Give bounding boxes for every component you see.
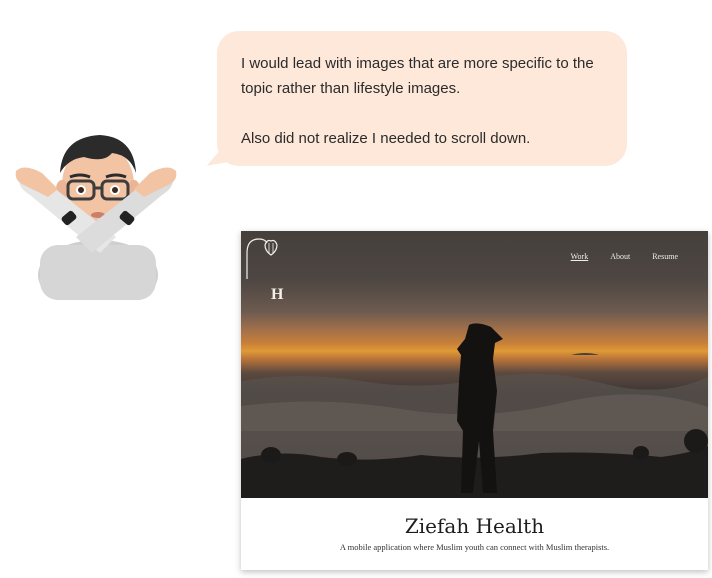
project-subtitle: A mobile application where Muslim youth … [339, 542, 610, 552]
logo-letter: H [271, 286, 284, 303]
memoji-crossed-arms-icon [15, 135, 177, 300]
nav-link-work[interactable]: Work [571, 252, 589, 261]
site-navigation: Work About Resume [571, 252, 678, 261]
feedback-paragraph-1: I would lead with images that are more s… [241, 55, 594, 97]
nav-link-resume[interactable]: Resume [652, 252, 678, 261]
hero-image: Work About Resume H [241, 231, 708, 498]
heart-lamp-logo-icon[interactable] [241, 231, 281, 281]
website-preview: Work About Resume H Ziefah Health A mobi… [241, 231, 708, 570]
nav-link-about[interactable]: About [610, 252, 630, 261]
feedback-text: I would lead with images that are more s… [241, 51, 611, 151]
project-title: Ziefah Health [404, 514, 545, 538]
speech-bubble: I would lead with images that are more s… [217, 31, 627, 166]
feedback-paragraph-2: Also did not realize I needed to scroll … [241, 130, 531, 147]
